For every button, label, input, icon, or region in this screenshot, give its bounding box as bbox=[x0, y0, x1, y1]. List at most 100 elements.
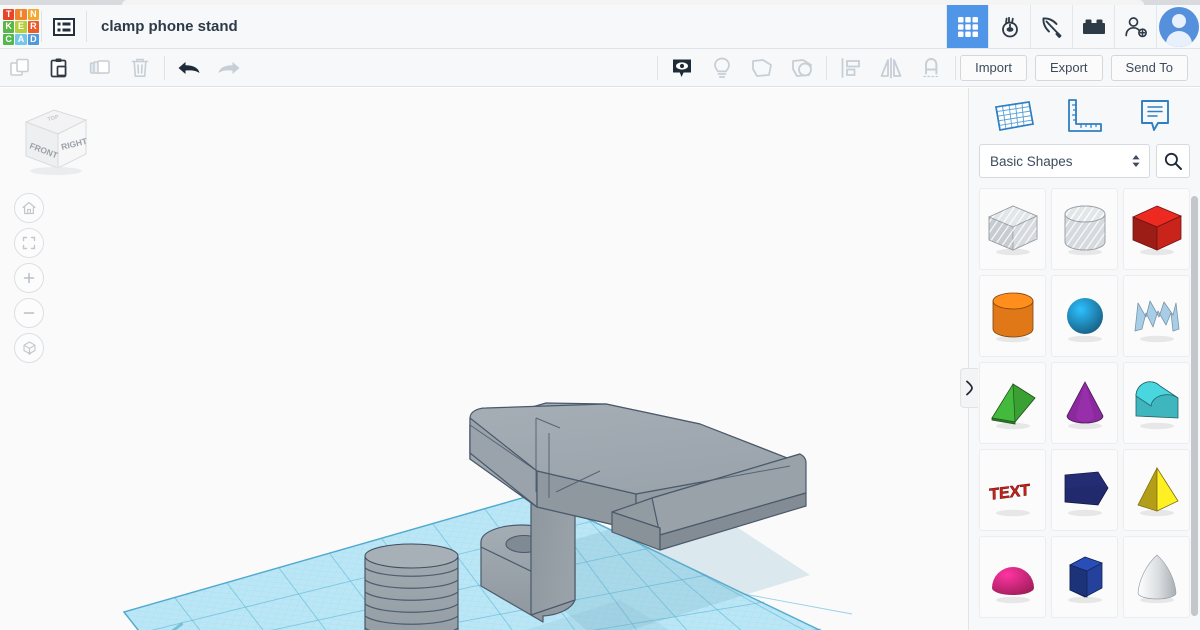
toolbar-separator-1 bbox=[164, 55, 165, 80]
import-button[interactable]: Import bbox=[960, 54, 1027, 81]
shape-cone[interactable]: Cone bbox=[1051, 362, 1118, 444]
home-view-button[interactable] bbox=[14, 193, 44, 223]
view-cube[interactable]: FRONT RIGHT TOP bbox=[14, 100, 94, 175]
shape-text-thumb: TEXT bbox=[988, 481, 1030, 517]
add-person-icon bbox=[1124, 16, 1147, 37]
edit-tools-group bbox=[0, 49, 249, 87]
shape-library-value: Basic Shapes bbox=[990, 153, 1073, 169]
shape-box-hole[interactable]: Box (hole) bbox=[979, 188, 1046, 270]
grid-gallery-icon bbox=[957, 16, 978, 37]
logo-cell-k: K bbox=[3, 21, 15, 33]
toolbar-separator-2 bbox=[657, 55, 659, 80]
pickaxe-icon bbox=[1041, 16, 1061, 38]
threaded-bolt[interactable] bbox=[348, 543, 472, 630]
shape-pyramid[interactable]: Pyramid bbox=[1123, 449, 1190, 531]
undo-button[interactable] bbox=[169, 49, 209, 87]
duplicate-button[interactable] bbox=[80, 49, 120, 87]
eye-icon bbox=[673, 59, 692, 77]
design-title[interactable]: clamp phone stand bbox=[87, 5, 946, 48]
tab-workplane[interactable] bbox=[987, 93, 1041, 139]
chevron-updown-icon bbox=[1132, 155, 1140, 167]
zoom-out-button[interactable] bbox=[14, 298, 44, 328]
scene-canvas[interactable]: Workplane bbox=[0, 88, 968, 630]
panel-collapse-tab[interactable] bbox=[960, 368, 978, 408]
ungroup-button[interactable] bbox=[782, 49, 822, 87]
chevron-right-icon bbox=[966, 380, 973, 396]
align-button[interactable] bbox=[831, 49, 871, 87]
fit-view-button[interactable] bbox=[14, 228, 44, 258]
workplane-grid-icon bbox=[995, 101, 1035, 131]
trash-icon bbox=[131, 58, 149, 77]
visibility-button[interactable] bbox=[662, 49, 702, 87]
logo-cell-r: R bbox=[27, 21, 39, 33]
shape-polygon[interactable]: Polygon bbox=[1051, 449, 1118, 531]
shape-hexagonal-prism-thumb bbox=[1067, 556, 1103, 604]
shape-search-button[interactable] bbox=[1156, 144, 1190, 178]
3d-viewport[interactable]: Workplane bbox=[0, 88, 968, 630]
magnet-icon bbox=[923, 57, 940, 77]
ruler-icon bbox=[1068, 99, 1103, 132]
shape-cylinder-hole[interactable]: Cylinder (hole) bbox=[1051, 188, 1118, 270]
shape-panel-scrollbar[interactable] bbox=[1191, 196, 1198, 616]
shape-scribble-thumb bbox=[1134, 300, 1179, 343]
redo-arrow-icon bbox=[218, 61, 240, 74]
group-button[interactable] bbox=[742, 49, 782, 87]
shape-hexagonal-prism[interactable]: Hexagonal Prism bbox=[1051, 536, 1118, 618]
shape-library-row: Basic Shapes bbox=[969, 144, 1200, 188]
shape-grid[interactable]: Box (hole)Cylinder (hole)Box CylinderSphe… bbox=[969, 188, 1200, 630]
shape-cylinder-thumb bbox=[992, 292, 1033, 343]
header-icon-minecraft[interactable] bbox=[1030, 5, 1072, 48]
tab-note[interactable] bbox=[1128, 93, 1182, 139]
shape-scribble[interactable]: Scribble bbox=[1123, 275, 1190, 357]
logo-cell-d: D bbox=[27, 33, 39, 45]
shape-half-sphere-thumb bbox=[991, 567, 1034, 604]
delete-button[interactable] bbox=[120, 49, 160, 87]
snap-button[interactable] bbox=[911, 49, 951, 87]
shape-cylinder[interactable]: Cylinder bbox=[979, 275, 1046, 357]
shape-tube[interactable]: Tube bbox=[1123, 362, 1190, 444]
projection-toggle-button[interactable] bbox=[14, 333, 44, 363]
toolbar-right-group: Import Export Send To bbox=[960, 54, 1200, 81]
toolbar-separator-4 bbox=[955, 55, 957, 80]
shape-sphere[interactable]: Sphere bbox=[1051, 275, 1118, 357]
light-button[interactable] bbox=[702, 49, 742, 87]
shape-box-hole-thumb bbox=[987, 205, 1038, 256]
zoom-in-button[interactable] bbox=[14, 263, 44, 293]
export-button[interactable]: Export bbox=[1034, 54, 1103, 81]
logo-cell-i: I bbox=[15, 9, 27, 21]
header-icon-group bbox=[946, 5, 1200, 48]
shape-grid-rows: Box (hole)Cylinder (hole)Box CylinderSphe… bbox=[979, 188, 1190, 618]
tinkercad-logo[interactable]: TINKERCAD bbox=[1, 7, 41, 47]
redo-button[interactable] bbox=[209, 49, 249, 87]
duplicate-icon bbox=[89, 59, 110, 74]
object-tools-group bbox=[653, 49, 960, 87]
shape-text[interactable]: TEXTText bbox=[979, 449, 1046, 531]
main-toolbar: Import Export Send To bbox=[0, 49, 1200, 87]
paste-button[interactable] bbox=[40, 49, 80, 87]
minus-icon bbox=[23, 312, 35, 314]
logo-cell-e: E bbox=[15, 21, 27, 33]
panel-tab-bar bbox=[969, 88, 1200, 144]
shape-library-select[interactable]: Basic Shapes bbox=[979, 144, 1150, 178]
send-to-button[interactable]: Send To bbox=[1110, 54, 1188, 81]
plus-icon bbox=[23, 272, 35, 284]
user-avatar-button[interactable] bbox=[1156, 5, 1200, 48]
header-icon-invite[interactable] bbox=[1114, 5, 1156, 48]
tinkercad-app: TINKERCAD clamp phone stand Import Expor… bbox=[0, 0, 1200, 630]
shape-paraboloid[interactable]: Paraboloid bbox=[1123, 536, 1190, 618]
header-icon-blocks[interactable] bbox=[1072, 5, 1114, 48]
main-menu-button[interactable] bbox=[42, 5, 86, 48]
mirror-button[interactable] bbox=[871, 49, 911, 87]
undo-arrow-icon bbox=[178, 61, 200, 74]
header-icon-gallery[interactable] bbox=[946, 5, 988, 48]
shape-polygon-thumb bbox=[1064, 471, 1108, 517]
logo-cell-a: A bbox=[15, 33, 27, 45]
copy-button[interactable] bbox=[0, 49, 40, 87]
header-icon-codeblocks[interactable] bbox=[988, 5, 1030, 48]
shape-box[interactable]: Box bbox=[1123, 188, 1190, 270]
shape-roof[interactable]: Roof bbox=[979, 362, 1046, 444]
tab-ruler[interactable] bbox=[1057, 93, 1111, 139]
shape-box-thumb bbox=[1131, 205, 1182, 256]
shape-half-sphere[interactable]: Half Sphere bbox=[979, 536, 1046, 618]
fit-to-view-icon bbox=[22, 236, 36, 250]
